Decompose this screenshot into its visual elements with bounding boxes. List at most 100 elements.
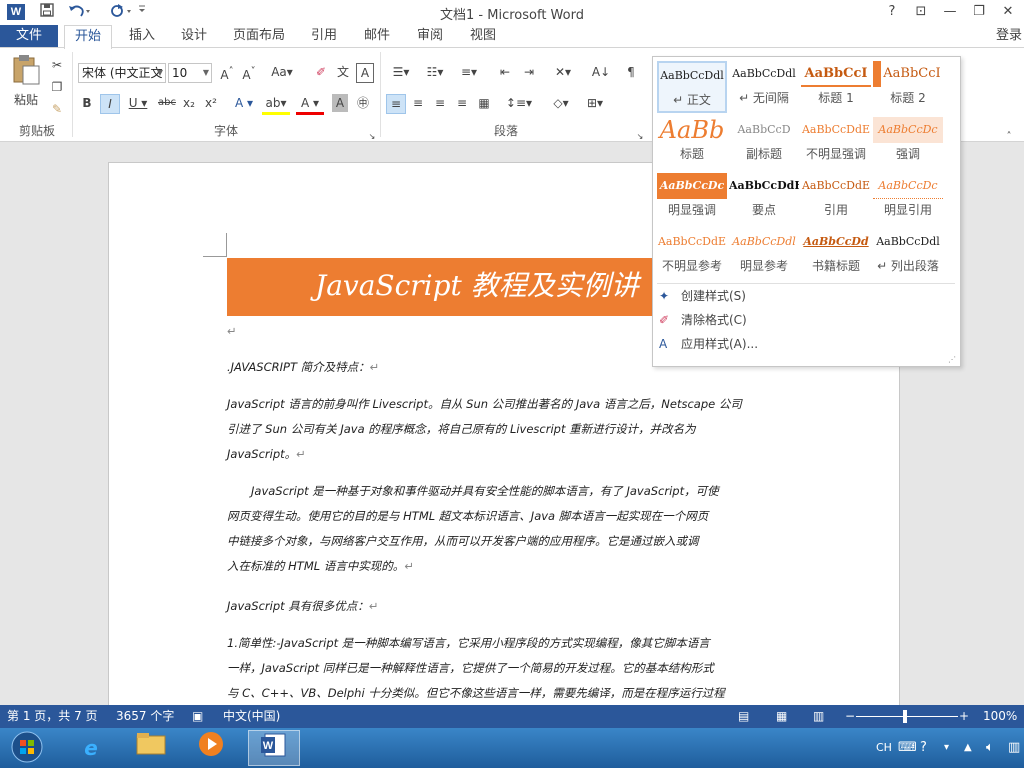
style-item[interactable]: AaBbCcD 副标题 (729, 117, 799, 169)
paragraph-simplicity[interactable]: 1.简单性:-JavaScript 是一种脚本编写语言，它采用小程序段的方式实现… (227, 631, 787, 705)
zoom-out-button[interactable]: − (845, 705, 855, 728)
italic-icon[interactable]: I (100, 94, 120, 114)
paragraph-history[interactable]: JavaScript 语言的前身叫作 Livescript。自从 Sun 公司推… (227, 392, 787, 467)
font-size-combo[interactable]: 10 ▼ (168, 63, 212, 83)
style-item[interactable]: AaBbCcDdE 不明显参考 (657, 229, 727, 281)
clear-formatting-menu-item[interactable]: ✐ 清除格式(C) (659, 309, 949, 331)
phonetic-guide-icon[interactable]: 文 (334, 63, 352, 81)
start-button-icon[interactable] (2, 730, 52, 766)
tab-file[interactable]: 文件 (0, 25, 58, 48)
tab-insert[interactable]: 插入 (120, 25, 164, 48)
style-item[interactable]: AaBbCcDdl ↵ 正文 (657, 61, 727, 113)
read-mode-icon[interactable]: ▤ (738, 705, 749, 728)
file-explorer-icon[interactable] (126, 730, 176, 766)
sort-icon[interactable]: A↓ (590, 63, 612, 81)
line-spacing-icon[interactable]: ↕≡▾ (504, 94, 534, 112)
font-color-icon[interactable]: A ▾ (296, 94, 324, 115)
ribbon-display-options-button[interactable]: ⊡ (910, 2, 932, 22)
justify-icon[interactable]: ≡ (452, 94, 472, 112)
distributed-icon[interactable]: ▦ (474, 94, 494, 112)
page-count[interactable]: 第 1 页，共 7 页 (7, 705, 98, 728)
style-item[interactable]: AaBbCcDc 强调 (873, 117, 943, 169)
numbering-icon[interactable]: ☷▾ (420, 63, 450, 81)
show-hidden-icons-icon[interactable]: ▲ (964, 728, 972, 768)
paragraph-description[interactable]: JavaScript 是一种基于对象和事件驱动并具有安全性能的脚本语言，有了 J… (227, 479, 787, 579)
copy-icon[interactable]: ❐ (48, 78, 66, 96)
highlight-color-icon[interactable]: ab▾ (262, 94, 290, 115)
style-item[interactable]: AaBbCcDdl ↵ 无间隔 (729, 61, 799, 113)
style-item[interactable]: AaBbCcDdl 明显参考 (729, 229, 799, 281)
tab-page-layout[interactable]: 页面布局 (226, 25, 292, 48)
media-player-icon[interactable] (186, 730, 236, 766)
tab-review[interactable]: 审阅 (408, 25, 452, 48)
decrease-indent-icon[interactable]: ⇤ (494, 63, 516, 81)
print-layout-icon[interactable]: ▦ (776, 705, 787, 728)
subscript-icon[interactable]: x₂ (180, 94, 198, 112)
align-right-icon[interactable]: ≡ (430, 94, 450, 112)
tab-home[interactable]: 开始 (64, 25, 112, 49)
zoom-slider-thumb[interactable] (903, 710, 907, 723)
shading-icon[interactable]: ◇▾ (546, 94, 576, 112)
superscript-icon[interactable]: x² (202, 94, 220, 112)
style-item[interactable]: AaBbCcI 标题 2 (873, 61, 943, 113)
format-painter-icon[interactable]: ✎ (48, 100, 66, 118)
volume-icon[interactable]: 🔈︎ (986, 728, 994, 768)
zoom-in-button[interactable]: + (959, 705, 969, 728)
style-item[interactable]: AaBbCcI 标题 1 (801, 61, 871, 113)
internet-explorer-icon[interactable]: e (66, 730, 116, 766)
tab-design[interactable]: 设计 (172, 25, 216, 48)
tab-view[interactable]: 视图 (461, 25, 505, 48)
style-item[interactable]: AaBbCcDdl ↵ 列出段落 (873, 229, 943, 281)
maximize-button[interactable]: ❐ (968, 2, 990, 22)
enclose-characters-icon[interactable]: ㊥ (354, 94, 372, 112)
align-left-icon[interactable]: ≡ (386, 94, 406, 114)
minimize-button[interactable]: — (939, 2, 961, 22)
style-item[interactable]: AaBbCcDdE 不明显强调 (801, 117, 871, 169)
style-item[interactable]: AaBbCcDd 书籍标题 (801, 229, 871, 281)
web-layout-icon[interactable]: ▥ (813, 705, 824, 728)
grow-font-icon[interactable]: A˄ (218, 63, 236, 84)
paste-button[interactable]: 粘贴 (6, 54, 46, 124)
style-item[interactable]: AaBbCcDdE 要点 (729, 173, 799, 225)
zoom-level[interactable]: 100% (983, 705, 1017, 728)
help-tray-icon[interactable]: ? (920, 728, 927, 768)
style-item[interactable]: AaBbCcDc 明显强调 (657, 173, 727, 225)
word-count[interactable]: 3657 个字 (116, 705, 174, 728)
style-item[interactable]: AaBbCcDc 明显引用 (873, 173, 943, 225)
tray-overflow-icon[interactable]: ▾ (944, 728, 949, 768)
resize-grip-icon[interactable]: ⋰ (948, 355, 956, 364)
borders-icon[interactable]: ⊞▾ (580, 94, 610, 112)
character-shading-icon[interactable]: A (332, 94, 348, 112)
shrink-font-icon[interactable]: A˅ (240, 63, 258, 84)
help-button[interactable]: ? (881, 2, 903, 22)
show-marks-icon[interactable]: ¶ (622, 63, 640, 81)
proofing-icon[interactable]: ▣ (192, 705, 203, 728)
multilevel-list-icon[interactable]: ≡▾ (454, 63, 484, 81)
tab-references[interactable]: 引用 (302, 25, 346, 48)
asian-layout-icon[interactable]: ✕▾ (548, 63, 578, 81)
text-effects-icon[interactable]: A ▾ (230, 94, 258, 112)
tab-mailings[interactable]: 邮件 (355, 25, 399, 48)
language-indicator[interactable]: 中文(中国) (223, 705, 280, 728)
font-name-combo[interactable]: 宋体 (中文正文 ▼ (78, 63, 166, 83)
keyboard-icon[interactable]: ⌨ (898, 728, 917, 768)
style-item[interactable]: AaBbCcDdE 引用 (801, 173, 871, 225)
close-button[interactable]: ✕ (997, 2, 1019, 22)
align-center-icon[interactable]: ≡ (408, 94, 428, 112)
apply-styles-menu-item[interactable]: A 应用样式(A)... (659, 333, 949, 355)
underline-icon[interactable]: U ▾ (124, 94, 152, 112)
increase-indent-icon[interactable]: ⇥ (518, 63, 540, 81)
paragraph-advantages[interactable]: JavaScript 具有很多优点：↵ (227, 594, 787, 619)
word-taskbar-icon[interactable]: W (248, 730, 300, 766)
zoom-slider-track[interactable] (856, 716, 958, 717)
change-case-icon[interactable]: Aa▾ (268, 63, 296, 81)
strikethrough-icon[interactable]: abc (156, 94, 178, 112)
bullets-icon[interactable]: ☰▾ (386, 63, 416, 81)
ime-indicator[interactable]: CH (876, 728, 892, 768)
clear-formatting-icon[interactable]: ✐ (312, 63, 330, 81)
style-item[interactable]: AaBb 标题 (657, 117, 727, 169)
cut-icon[interactable]: ✂ (48, 56, 66, 74)
network-icon[interactable]: ▥ (1008, 728, 1020, 768)
create-style-menu-item[interactable]: ✦ 创建样式(S) (659, 285, 949, 307)
character-border-icon[interactable]: A (356, 63, 374, 83)
